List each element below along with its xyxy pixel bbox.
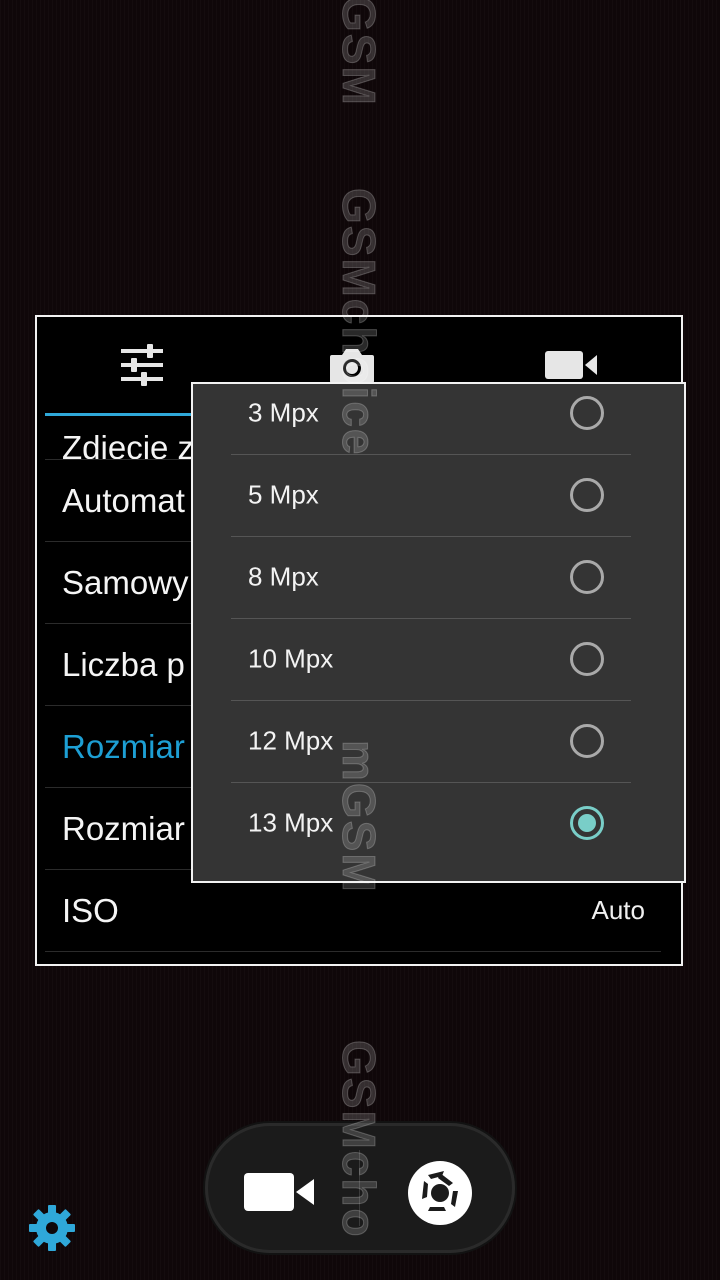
resolution-dropdown: 3 Mpx 5 Mpx 8 Mpx 10 Mpx 12 Mpx 13 Mpx bbox=[191, 382, 686, 883]
shutter-icon bbox=[408, 1161, 472, 1225]
radio-button[interactable] bbox=[570, 478, 604, 512]
option-label: 13 Mpx bbox=[248, 807, 334, 838]
capsule-divider bbox=[359, 1150, 360, 1226]
camera-icon bbox=[330, 349, 374, 383]
settings-gear-button[interactable] bbox=[26, 1202, 78, 1254]
resolution-option[interactable]: 3 Mpx bbox=[231, 384, 631, 455]
resolution-option[interactable]: 12 Mpx bbox=[231, 700, 631, 783]
option-label: 3 Mpx bbox=[248, 397, 319, 428]
video-camera-icon bbox=[244, 1173, 314, 1211]
setting-label: Liczba p bbox=[62, 645, 185, 683]
setting-label: ISO bbox=[62, 891, 119, 929]
resolution-option-selected[interactable]: 13 Mpx bbox=[231, 782, 631, 864]
record-video-button[interactable] bbox=[240, 1160, 320, 1224]
option-label: 12 Mpx bbox=[248, 725, 334, 756]
option-label: 10 Mpx bbox=[248, 643, 334, 674]
shutter-button[interactable] bbox=[402, 1155, 478, 1231]
option-label: 5 Mpx bbox=[248, 479, 319, 510]
setting-label: Samowy bbox=[62, 563, 189, 601]
resolution-option[interactable]: 5 Mpx bbox=[231, 454, 631, 537]
setting-label: Rozmiar bbox=[62, 727, 185, 765]
resolution-option[interactable]: 10 Mpx bbox=[231, 618, 631, 701]
setting-value: Auto bbox=[591, 895, 646, 925]
radio-button[interactable] bbox=[570, 724, 604, 758]
radio-button[interactable] bbox=[570, 560, 604, 594]
option-label: 8 Mpx bbox=[248, 561, 319, 592]
radio-button[interactable] bbox=[570, 396, 604, 430]
sliders-icon bbox=[121, 344, 163, 386]
radio-button-checked[interactable] bbox=[570, 806, 604, 840]
setting-label: Zdjęcie z bbox=[62, 429, 195, 460]
radio-button[interactable] bbox=[570, 642, 604, 676]
setting-label: Automat bbox=[62, 481, 185, 519]
gear-icon bbox=[29, 1205, 75, 1251]
watermark-text: GSM bbox=[333, 0, 386, 107]
setting-label: Rozmiar bbox=[62, 809, 185, 847]
video-camera-icon bbox=[545, 351, 597, 379]
resolution-option[interactable]: 8 Mpx bbox=[231, 536, 631, 619]
